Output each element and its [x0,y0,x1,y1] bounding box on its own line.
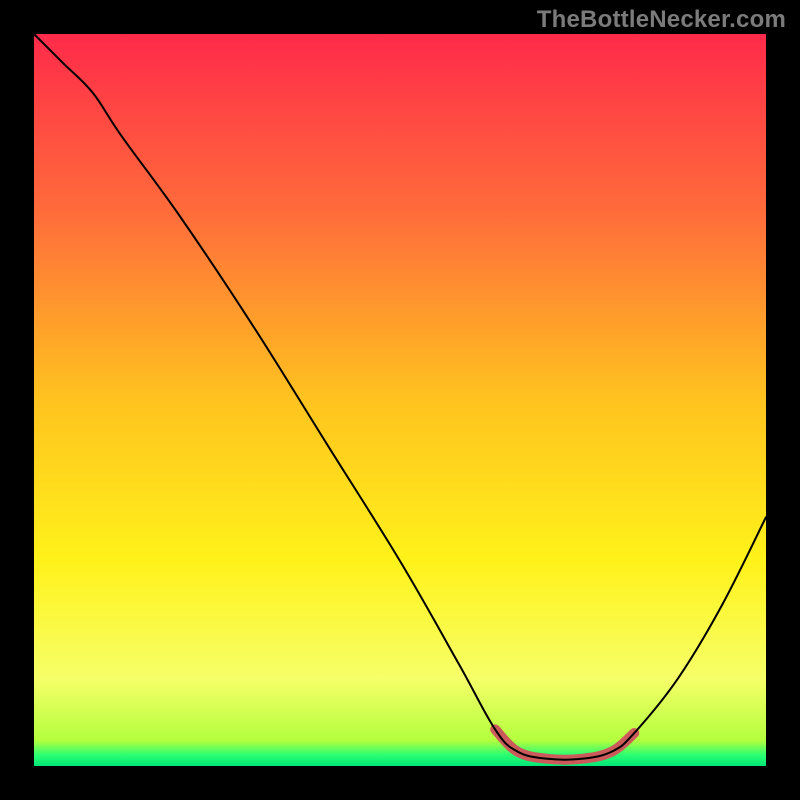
chart-frame: TheBottleNecker.com [0,0,800,800]
watermark-text: TheBottleNecker.com [537,6,786,34]
gradient-background [34,34,766,766]
bottleneck-curve-chart [0,0,800,800]
